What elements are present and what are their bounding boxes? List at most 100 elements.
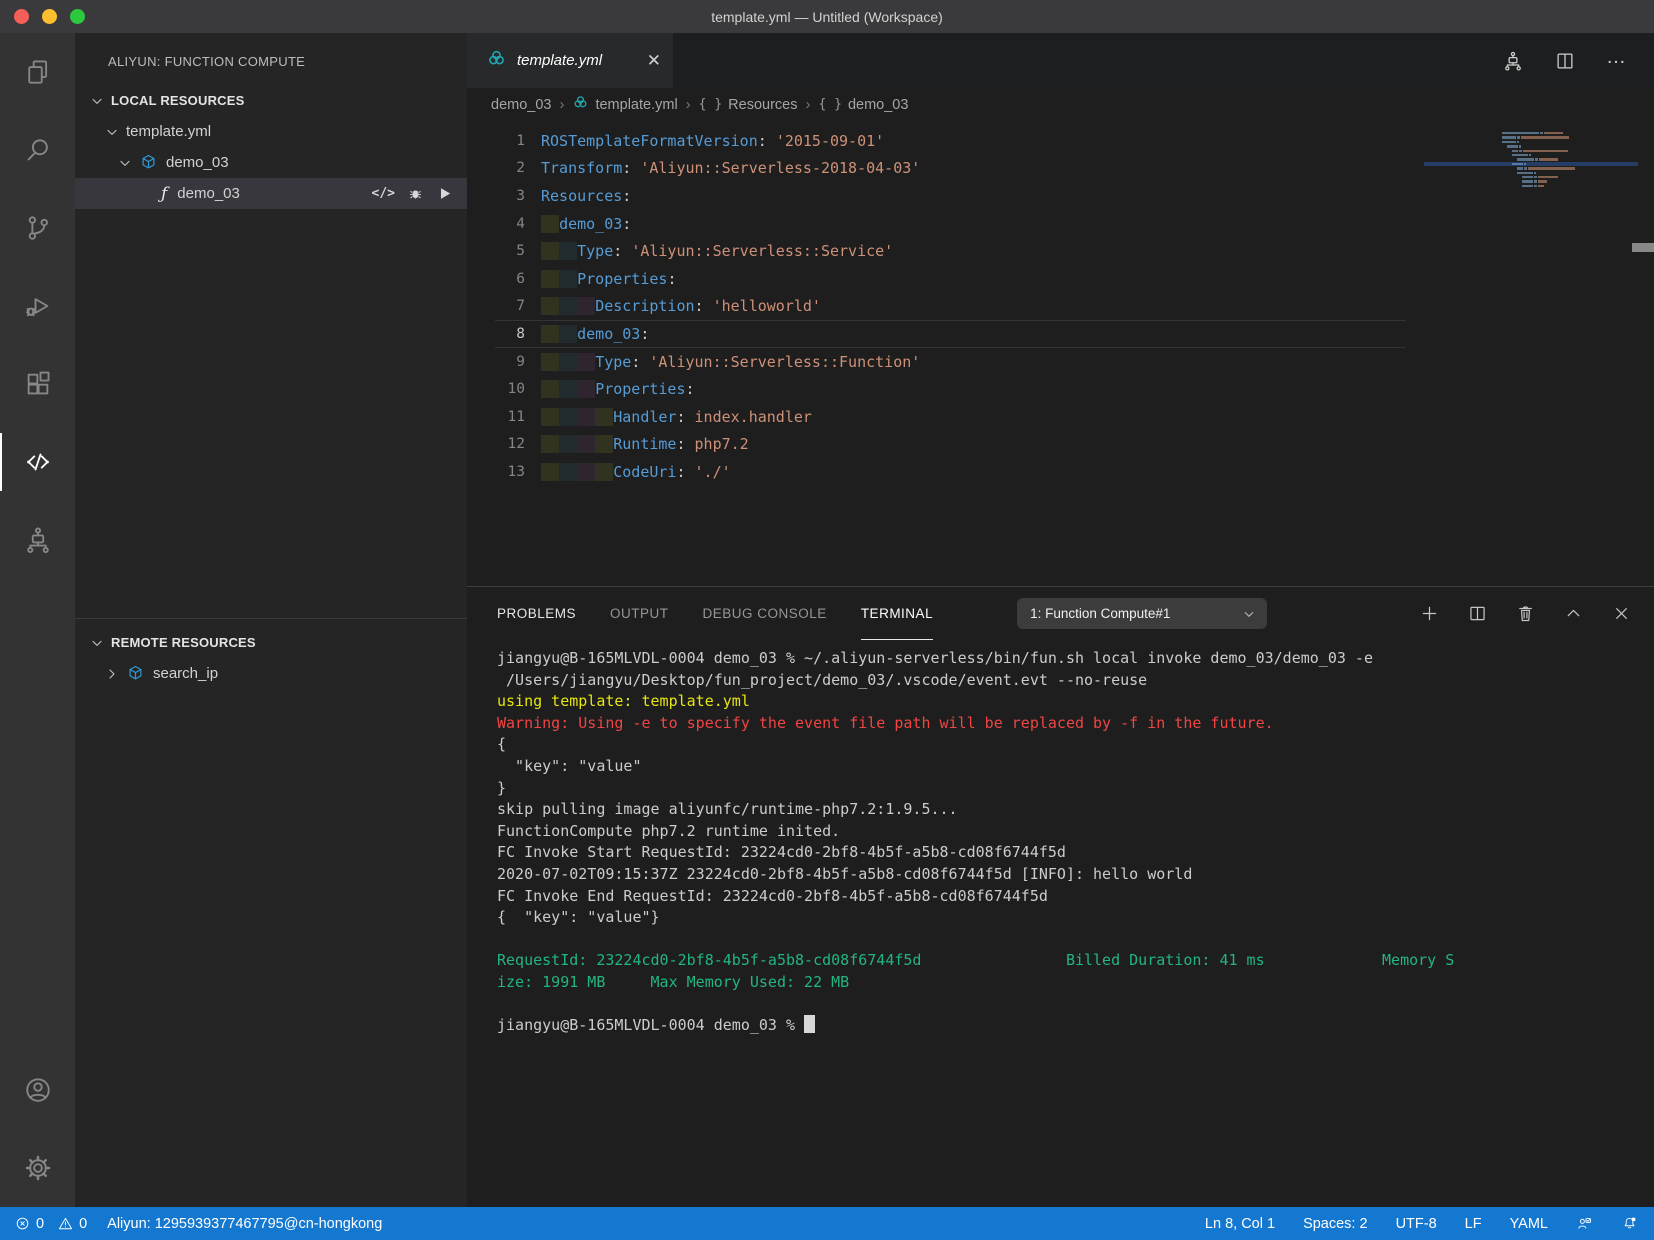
new-terminal-icon[interactable] bbox=[1419, 603, 1440, 624]
error-count: 0 bbox=[36, 1215, 45, 1232]
breadcrumb-symbol-resources[interactable]: { } Resources bbox=[699, 97, 798, 113]
activity-run-debug[interactable] bbox=[0, 267, 75, 345]
code-line[interactable]: 11 Handler: index.handler bbox=[467, 403, 1654, 431]
language-mode-status[interactable]: YAML bbox=[1510, 1216, 1548, 1232]
terminal-line: jiangyu@B-165MLVDL-0004 demo_03 % bbox=[497, 1015, 1654, 1037]
activity-search[interactable] bbox=[0, 111, 75, 189]
code-line[interactable]: 8 demo_03: bbox=[467, 320, 1654, 348]
terminal-output[interactable]: jiangyu@B-165MLVDL-0004 demo_03 % ~/.ali… bbox=[467, 640, 1654, 1207]
code-line[interactable]: 7 Description: 'helloworld' bbox=[467, 293, 1654, 321]
encoding-status[interactable]: UTF-8 bbox=[1396, 1216, 1437, 1232]
activity-settings[interactable] bbox=[0, 1129, 75, 1207]
kill-terminal-trash-icon[interactable] bbox=[1515, 603, 1536, 624]
aliyun-serverless-icon bbox=[26, 453, 49, 471]
more-actions-icon[interactable]: … bbox=[1606, 47, 1628, 67]
feedback-icon[interactable] bbox=[1576, 1215, 1593, 1232]
service-cube-icon bbox=[139, 153, 158, 172]
code-line[interactable]: 12 Runtime: php7.2 bbox=[467, 431, 1654, 459]
tab-problems[interactable]: PROBLEMS bbox=[497, 587, 576, 640]
section-remote-resources[interactable]: REMOTE RESOURCES bbox=[75, 627, 467, 658]
terminal-line: Warning: Using -e to specify the event f… bbox=[497, 713, 1274, 732]
extensions-icon bbox=[27, 371, 49, 395]
code-line[interactable]: 6 Properties: bbox=[467, 265, 1654, 293]
chevron-right-icon bbox=[104, 666, 120, 682]
line-number: 7 bbox=[516, 298, 525, 315]
files-icon bbox=[27, 60, 47, 84]
minimap[interactable] bbox=[1424, 131, 1638, 188]
chevron-down-icon bbox=[104, 124, 120, 140]
maximize-window-button[interactable] bbox=[70, 9, 85, 24]
code-line[interactable]: 4 demo_03: bbox=[467, 210, 1654, 238]
section-label: LOCAL RESOURCES bbox=[111, 93, 245, 108]
code-line-text: Description: 'helloworld' bbox=[541, 297, 821, 316]
split-editor-icon[interactable] bbox=[1554, 50, 1576, 72]
code-line[interactable]: 9 Type: 'Aliyun::Serverless::Function' bbox=[467, 348, 1654, 376]
line-number: 11 bbox=[507, 408, 525, 425]
tab-output[interactable]: OUTPUT bbox=[610, 587, 669, 640]
line-number: 6 bbox=[516, 270, 525, 287]
code-line-text: Properties: bbox=[541, 380, 695, 399]
close-window-button[interactable] bbox=[14, 9, 29, 24]
service-cube-icon bbox=[126, 664, 145, 683]
search-icon bbox=[27, 139, 48, 161]
breadcrumb-symbol-demo03[interactable]: { } demo_03 bbox=[818, 97, 908, 113]
tree-item-service-demo03[interactable]: demo_03 bbox=[75, 147, 467, 178]
aliyun-file-icon bbox=[486, 48, 507, 74]
split-terminal-icon[interactable] bbox=[1467, 603, 1488, 624]
tree-item-function-demo03[interactable]: ƒ demo_03 </> bbox=[75, 178, 467, 209]
activity-accounts[interactable] bbox=[0, 1051, 75, 1129]
remote-resources-section: REMOTE RESOURCES search_ip bbox=[75, 618, 467, 689]
terminal-select-value: 1: Function Compute#1 bbox=[1030, 606, 1171, 621]
activity-extensions[interactable] bbox=[0, 345, 75, 423]
close-panel-icon[interactable] bbox=[1611, 603, 1632, 624]
terminal-line: 2020-07-02T09:15:37Z 23224cd0-2bf8-4b5f-… bbox=[497, 864, 1193, 883]
status-bar: 0 0 Aliyun: 1295939377467795@cn-hongkong… bbox=[0, 1207, 1654, 1240]
fc-workbench-action-icon[interactable] bbox=[1502, 50, 1524, 72]
flowchart-icon bbox=[26, 527, 49, 554]
terminal-line: FunctionCompute php7.2 runtime inited. bbox=[497, 821, 841, 840]
tree-item-template-yml[interactable]: template.yml bbox=[75, 116, 467, 147]
activity-aliyun-function-compute[interactable] bbox=[0, 423, 75, 501]
gear-icon bbox=[25, 1155, 50, 1181]
close-tab-icon[interactable]: ✕ bbox=[647, 52, 661, 69]
aliyun-account-status[interactable]: Aliyun: 1295939377467795@cn-hongkong bbox=[107, 1216, 382, 1232]
overview-ruler-mark bbox=[1632, 243, 1654, 252]
run-play-icon[interactable] bbox=[436, 185, 453, 202]
terminal-cursor[interactable] bbox=[804, 1015, 816, 1034]
view-code-icon[interactable]: </> bbox=[372, 186, 395, 201]
code-line-text: demo_03: bbox=[541, 324, 649, 343]
code-line-text: ROSTemplateFormatVersion: '2015-09-01' bbox=[541, 131, 885, 150]
notifications-bell-icon[interactable] bbox=[1621, 1215, 1638, 1232]
breadcrumb-file[interactable]: template.yml bbox=[572, 94, 678, 115]
tab-debug-console[interactable]: DEBUG CONSOLE bbox=[703, 587, 827, 640]
tree-item-search-ip[interactable]: search_ip bbox=[75, 658, 467, 689]
source-control-icon bbox=[28, 216, 48, 240]
minimize-window-button[interactable] bbox=[42, 9, 57, 24]
indentation-status[interactable]: Spaces: 2 bbox=[1303, 1216, 1368, 1232]
maximize-panel-chevron-up-icon[interactable] bbox=[1563, 603, 1584, 624]
code-line[interactable]: 10 Properties: bbox=[467, 375, 1654, 403]
tab-template-yml[interactable]: template.yml ✕ bbox=[467, 33, 673, 88]
aliyun-account-label: Aliyun: 1295939377467795@cn-hongkong bbox=[107, 1215, 383, 1232]
activity-fc-workbench[interactable] bbox=[0, 501, 75, 579]
code-editor[interactable]: 1 ROSTemplateFormatVersion: '2015-09-01' 2… bbox=[467, 121, 1654, 586]
code-line[interactable]: 5 Type: 'Aliyun::Serverless::Service' bbox=[467, 237, 1654, 265]
section-local-resources[interactable]: LOCAL RESOURCES bbox=[75, 85, 467, 116]
line-number: 1 bbox=[516, 132, 525, 149]
terminal-line: FC Invoke End RequestId: 23224cd0-2bf8-4… bbox=[497, 886, 1048, 905]
activity-explorer[interactable] bbox=[0, 33, 75, 111]
terminal-line: RequestId: 23224cd0-2bf8-4b5f-a5b8-cd08f… bbox=[497, 951, 1455, 970]
code-line[interactable]: 13 CodeUri: './' bbox=[467, 458, 1654, 486]
tab-terminal[interactable]: TERMINAL bbox=[860, 587, 934, 640]
terminal-select[interactable]: 1: Function Compute#1 bbox=[1017, 598, 1268, 629]
debug-bug-icon[interactable] bbox=[407, 185, 424, 202]
problems-status[interactable]: 0 0 bbox=[14, 1215, 87, 1232]
line-number: 5 bbox=[516, 243, 525, 260]
warning-icon bbox=[59, 1217, 73, 1230]
eol-status[interactable]: LF bbox=[1465, 1216, 1482, 1232]
activity-source-control[interactable] bbox=[0, 189, 75, 267]
panel-actions bbox=[1419, 603, 1632, 624]
cursor-position-status[interactable]: Ln 8, Col 1 bbox=[1205, 1216, 1275, 1232]
breadcrumb-folder[interactable]: demo_03 bbox=[491, 97, 551, 113]
